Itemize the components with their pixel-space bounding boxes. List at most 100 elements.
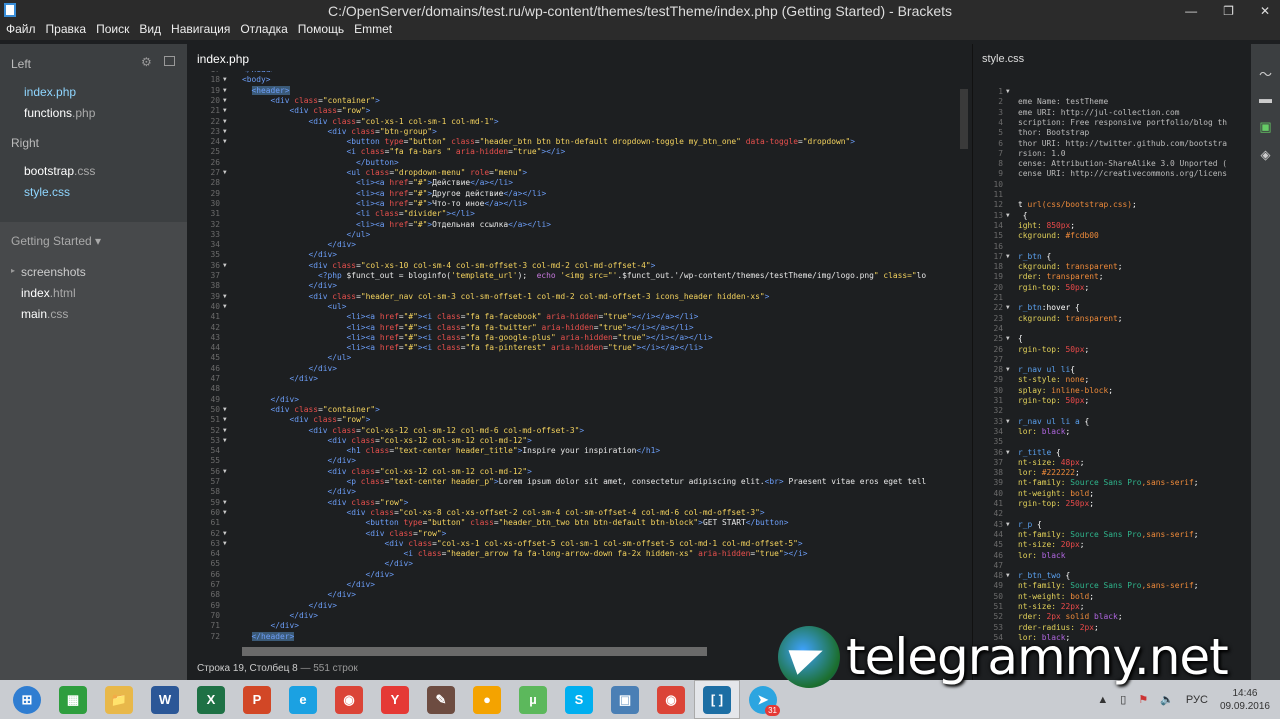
fold-toggle-icon[interactable]: ▼ (223, 415, 227, 425)
code-line[interactable]: 62 ▼ <div class="row"> (188, 529, 960, 539)
working-file-functions-php[interactable]: functions.php (24, 106, 95, 120)
tree-folder-screenshots[interactable]: screenshots (21, 265, 86, 279)
code-line[interactable]: 49 </div> (188, 395, 960, 405)
css-code-line[interactable]: 50 nt-weight: bold; (973, 592, 1243, 602)
fold-toggle-icon[interactable]: ▼ (1006, 211, 1010, 221)
fold-toggle-icon[interactable]: ▼ (223, 168, 227, 178)
code-line[interactable]: 30 <li><a href="#">Что-то иное</a></li> (188, 199, 960, 209)
code-line[interactable]: 67 </div> (188, 580, 960, 590)
css-code-line[interactable]: 4 scription: Free responsive portfolio/bl… (973, 118, 1243, 128)
css-code-line[interactable]: 38 lor: #222222; (973, 468, 1243, 478)
css-code-line[interactable]: 41 rgin-top: 250px; (973, 499, 1243, 509)
code-line[interactable]: 46 </div> (188, 364, 960, 374)
fold-toggle-icon[interactable]: ▼ (1006, 417, 1010, 427)
speaker-icon[interactable]: 🔈 (1160, 693, 1174, 706)
code-line[interactable]: 39 ▼ <div class="header_nav col-sm-3 col-… (188, 292, 960, 302)
editor-tab-index-php[interactable]: index.php (197, 52, 249, 66)
code-line[interactable]: 59 ▼ <div class="row"> (188, 498, 960, 508)
code-line[interactable]: 22 ▼ <div class="col-xs-1 col-sm-1 col-md… (188, 117, 960, 127)
css-code-line[interactable]: 15 ckground: #fcdb00 (973, 231, 1243, 241)
taskbar-chrome-2-button[interactable]: ◉ (648, 680, 694, 719)
code-line[interactable]: 52 ▼ <div class="col-xs-12 col-sm-12 col-… (188, 426, 960, 436)
code-line[interactable]: 53 ▼ <div class="col-xs-12 col-sm-12 col-… (188, 436, 960, 446)
taskbar-app-tool-button[interactable]: ✎ (418, 680, 464, 719)
code-line[interactable]: 65 </div> (188, 559, 960, 569)
fold-toggle-icon[interactable]: ▼ (1006, 303, 1010, 313)
editor-tab-style-css[interactable]: style.css (982, 53, 1024, 65)
fold-toggle-icon[interactable]: ▼ (1006, 365, 1010, 375)
code-line[interactable]: 31 <li class="divider"></li> (188, 209, 960, 219)
css-code-line[interactable]: 44 nt-family: Source Sans Pro,sans-serif; (973, 530, 1243, 540)
taskbar-internet-explorer-button[interactable]: e (280, 680, 326, 719)
maximize-button[interactable]: ❐ (1223, 0, 1234, 22)
taskbar-word-button[interactable]: W (142, 680, 188, 719)
code-line[interactable]: 43 <li><a href="#"><i class="fa fa-googl… (188, 333, 960, 343)
fold-toggle-icon[interactable]: ▼ (223, 426, 227, 436)
tree-file-main-css[interactable]: main.css (21, 307, 68, 321)
taskbar-excel-button[interactable]: X (188, 680, 234, 719)
code-line[interactable]: 25 <i class="fa fa-bars " aria-hidden="t… (188, 147, 960, 157)
css-code-line[interactable]: 27 (973, 355, 1243, 365)
code-line[interactable]: 38 </div> (188, 281, 960, 291)
fold-toggle-icon[interactable]: ▼ (223, 529, 227, 539)
menu-navigate[interactable]: Навигация (171, 20, 230, 40)
css-code-line[interactable]: 49 nt-family: Source Sans Pro,sans-serif; (973, 581, 1243, 591)
fold-toggle-icon[interactable]: ▼ (1006, 520, 1010, 530)
fold-toggle-icon[interactable]: ▼ (223, 405, 227, 415)
fold-toggle-icon[interactable]: ▼ (223, 498, 227, 508)
code-line[interactable]: 61 <button type="button" class="header_b… (188, 518, 960, 528)
code-line[interactable]: 60 ▼ <div class="col-xs-8 col-xs-offset-2… (188, 508, 960, 518)
code-line[interactable]: 68 </div> (188, 590, 960, 600)
taskbar-powerpoint-button[interactable]: P (234, 680, 280, 719)
css-code-line[interactable]: 52 rder: 2px solid black; (973, 612, 1243, 622)
code-line[interactable]: 57 <p class="text-center header_p">Lorem… (188, 477, 960, 487)
fold-toggle-icon[interactable]: ▼ (223, 75, 227, 85)
css-code-line[interactable]: 22 ▼ r_btn:hover { (973, 303, 1243, 313)
css-code-line[interactable]: 32 (973, 406, 1243, 416)
code-line[interactable]: 51 ▼ <div class="row"> (188, 415, 960, 425)
fold-toggle-icon[interactable]: ▼ (223, 117, 227, 127)
fold-toggle-icon[interactable]: ▼ (223, 467, 227, 477)
code-line[interactable]: 58 </div> (188, 487, 960, 497)
code-line[interactable]: 50 ▼ <div class="container"> (188, 405, 960, 415)
editor-pane-right[interactable]: style.css 1 ▼ 2 eme Name: testTheme 3 eme URI… (972, 44, 1250, 680)
close-button[interactable]: ✕ (1260, 0, 1270, 22)
taskbar-start-button[interactable]: ⊞ (4, 680, 50, 719)
fold-toggle-icon[interactable]: ▼ (1006, 252, 1010, 262)
taskbar-chrome-button[interactable]: ◉ (326, 680, 372, 719)
css-code-line[interactable]: 17 ▼ r_btn { (973, 252, 1243, 262)
code-line[interactable]: 47 </div> (188, 374, 960, 384)
fold-toggle-icon[interactable]: ▼ (223, 292, 227, 302)
code-line[interactable]: 44 <li><a href="#"><i class="fa fa-pinte… (188, 343, 960, 353)
css-code-line[interactable]: 33 ▼ r_nav ul li a { (973, 417, 1243, 427)
language-indicator[interactable]: РУС (1186, 694, 1208, 706)
css-code-line[interactable]: 47 (973, 561, 1243, 571)
fold-toggle-icon[interactable]: ▼ (223, 137, 227, 147)
code-line[interactable]: 45 </ul> (188, 353, 960, 363)
code-line[interactable]: 55 </div> (188, 456, 960, 466)
code-line[interactable]: 26 </button> (188, 158, 960, 168)
css-code-line[interactable]: 11 (973, 190, 1243, 200)
css-code-line[interactable]: 21 (973, 293, 1243, 303)
tree-file-index-html[interactable]: index.html (21, 286, 76, 300)
working-file-style-css[interactable]: style.css (24, 185, 70, 199)
css-code-line[interactable]: 1 ▼ (973, 87, 1243, 97)
code-line[interactable]: 28 <li><a href="#">Действие</a></li> (188, 178, 960, 188)
code-line[interactable]: 42 <li><a href="#"><i class="fa fa-twitt… (188, 323, 960, 333)
css-code-line[interactable]: 8 cense: Attribution-ShareAlike 3.0 Unpor… (973, 159, 1243, 169)
menu-help[interactable]: Помощь (298, 20, 344, 40)
live-preview-icon[interactable]: 〜 (1258, 64, 1273, 82)
code-line[interactable]: 20 ▼ <div class="container"> (188, 96, 960, 106)
plugin-icon[interactable]: ▣ (1258, 119, 1273, 134)
working-file-index-php[interactable]: index.php (24, 85, 76, 99)
fold-toggle-icon[interactable]: ▼ (223, 436, 227, 446)
fold-toggle-icon[interactable]: ▼ (223, 539, 227, 549)
css-code-line[interactable]: 37 nt-size: 48px; (973, 458, 1243, 468)
css-code-line[interactable]: 34 lor: black; (973, 427, 1243, 437)
css-code-line[interactable]: 31 rgin-top: 50px; (973, 396, 1243, 406)
code-line[interactable]: 32 <li><a href="#">Отдельная ссылка</a><… (188, 220, 960, 230)
code-line[interactable]: 18 ▼ <body> (188, 75, 960, 85)
code-line[interactable]: 19 ▼ <header> (188, 85, 960, 96)
css-code-line[interactable]: 24 (973, 324, 1243, 334)
css-code-line[interactable]: 19 rder: transparent; (973, 272, 1243, 282)
